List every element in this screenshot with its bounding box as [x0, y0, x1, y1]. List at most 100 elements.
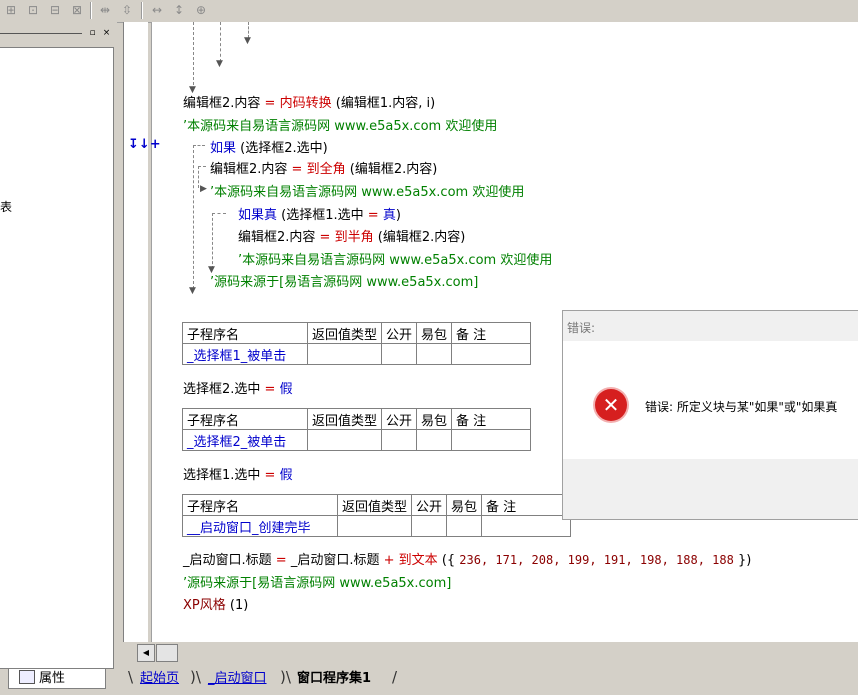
scroll-thumb[interactable] [156, 644, 178, 662]
subroutine-table: 子程序名 返回值类型 公开 易包 备 注 __启动窗口_创建完毕 [182, 494, 572, 537]
table-cell[interactable] [416, 343, 453, 365]
size-icon[interactable]: ⊕ [192, 1, 210, 19]
header-cell: 返回值类型 [306, 322, 383, 344]
tab-label: 窗口程序集1 [297, 671, 372, 686]
height-icon[interactable]: ↕ [170, 1, 188, 19]
flow-line [220, 22, 221, 62]
header-cell: 公开 [381, 408, 418, 430]
align-vertical-icon[interactable]: ⇳ [118, 1, 136, 19]
table-cell[interactable] [306, 343, 383, 365]
comment-line[interactable]: ’本源码来自易语言源码网 www.e5a5x.com 欢迎使用 [183, 115, 497, 134]
tab-divider: )\ [190, 668, 201, 686]
panel-titlebar: ▫ × [0, 26, 117, 40]
table-cell[interactable] [416, 429, 453, 451]
code-line[interactable]: 如果真 (选择框1.选中 = 真) [238, 204, 401, 223]
table-insert-col-icon[interactable]: ⊡ [24, 1, 42, 19]
flow-arrow-icon: ▶ [200, 184, 207, 194]
left-panel: ▫ × 表 [0, 22, 117, 669]
properties-tab[interactable]: 属性 [8, 668, 106, 689]
code-line[interactable]: _启动窗口.标题 = _启动窗口.标题 + 到文本 ({ 236, 171, 2… [183, 549, 751, 568]
align-horizontal-icon[interactable]: ⇹ [96, 1, 114, 19]
flow-line [193, 22, 194, 90]
panel-text-fragment: 表 [0, 200, 13, 214]
table-cell[interactable] [381, 429, 418, 451]
code-line[interactable]: 编辑框2.内容 = 到全角 (编辑框2.内容) [210, 158, 437, 177]
subroutine-table: 子程序名 返回值类型 公开 易包 备 注 _选择框2_被单击 [182, 408, 532, 451]
horizontal-scrollbar[interactable]: ◀ [130, 643, 858, 662]
tab-start-page[interactable]: 起始页 [138, 668, 181, 690]
table-header-row: 子程序名 返回值类型 公开 易包 备 注 [182, 494, 572, 516]
header-cell: 易包 [416, 408, 453, 430]
subroutine-name-cell[interactable]: _选择框1_被单击 [182, 343, 308, 365]
error-dialog: 错误: ✕ 错误: 所定义块与某"如果"或"如果真 [562, 310, 858, 520]
panel-content: 表 [0, 47, 114, 669]
header-cell: 公开 [411, 494, 448, 516]
comment-line[interactable]: ’源码来源于[易语言源码网 www.e5a5x.com] [210, 271, 478, 290]
flow-arrow-icon: ▼ [244, 36, 251, 46]
table-cell[interactable] [306, 429, 383, 451]
tab-startup-window[interactable]: _启动窗口 [206, 668, 269, 690]
comment-line[interactable]: ’本源码来自易语言源码网 www.e5a5x.com 欢迎使用 [238, 249, 552, 268]
width-icon[interactable]: ↔ [148, 1, 166, 19]
flow-line [212, 213, 213, 269]
header-cell: 易包 [416, 322, 453, 344]
dialog-title: 错误: [567, 321, 596, 335]
header-cell: 备 注 [451, 322, 532, 344]
subroutine-name-cell[interactable]: _选择框2_被单击 [182, 429, 308, 451]
error-icon: ✕ [595, 389, 627, 421]
dialog-message: 错误: 所定义块与某"如果"或"如果真 [645, 400, 838, 414]
flow-arrow-icon: ▼ [189, 286, 196, 296]
header-cell: 备 注 [451, 408, 532, 430]
comment-line[interactable]: ’源码来源于[易语言源码网 www.e5a5x.com] [183, 572, 451, 591]
tab-label: _启动窗口 [208, 671, 267, 686]
table-cell[interactable] [446, 515, 483, 537]
code-line[interactable]: 如果 (选择框2.选中) [210, 137, 328, 156]
table-cell[interactable] [381, 343, 418, 365]
header-cell: 子程序名 [182, 408, 308, 430]
table-row[interactable]: __启动窗口_创建完毕 [182, 515, 572, 537]
document-tabs: \ 起始页 )\ _启动窗口 )\ 窗口程序集1 / [120, 664, 858, 695]
scroll-left-icon[interactable]: ◀ [137, 644, 155, 662]
toolbar: ⊞ ⊡ ⊟ ⊠ ⇹ ⇳ ↔ ↕ ⊕ [0, 0, 858, 23]
editor-gutter [123, 22, 148, 642]
flow-arrow-icon: ▼ [216, 59, 223, 69]
subroutine-name-cell[interactable]: __启动窗口_创建完毕 [182, 515, 338, 537]
properties-icon [19, 670, 35, 684]
table-cell[interactable] [411, 515, 448, 537]
close-icon[interactable]: × [101, 28, 112, 39]
header-cell: 备 注 [481, 494, 572, 516]
tab-divider: \ [128, 668, 134, 686]
gutter-marker[interactable]: ↧↓+ [128, 137, 161, 152]
header-cell: 子程序名 [182, 322, 308, 344]
code-line[interactable]: 编辑框2.内容 = 内码转换 (编辑框1.内容, i) [183, 92, 435, 111]
code-line[interactable]: 编辑框2.内容 = 到半角 (编辑框2.内容) [238, 226, 465, 245]
gutter-divider [151, 22, 152, 642]
flow-line [212, 213, 226, 214]
header-cell: 返回值类型 [306, 408, 383, 430]
tab-label: 起始页 [140, 671, 180, 686]
flow-line [193, 145, 205, 146]
code-line[interactable]: XP风格 (1) [183, 594, 248, 613]
table-merge-icon[interactable]: ⊟ [46, 1, 64, 19]
code-line[interactable]: 选择框1.选中 = 假 [183, 464, 293, 483]
toolbar-separator [141, 2, 143, 19]
pin-icon[interactable]: ▫ [87, 28, 98, 39]
table-row[interactable]: _选择框2_被单击 [182, 429, 532, 451]
table-split-icon[interactable]: ⊠ [68, 1, 86, 19]
toolbar-separator [90, 2, 92, 19]
header-cell: 返回值类型 [336, 494, 413, 516]
table-row[interactable]: _选择框1_被单击 [182, 343, 532, 365]
code-line[interactable]: 选择框2.选中 = 假 [183, 378, 293, 397]
table-cell[interactable] [336, 515, 413, 537]
tab-window-assembly-1[interactable]: 窗口程序集1 [295, 668, 373, 690]
table-header-row: 子程序名 返回值类型 公开 易包 备 注 [182, 322, 532, 344]
comment-line[interactable]: ’本源码来自易语言源码网 www.e5a5x.com 欢迎使用 [210, 181, 524, 200]
tab-divider: )\ [280, 668, 291, 686]
flow-line [193, 145, 194, 289]
properties-tab-label: 属性 [39, 671, 66, 686]
table-cell[interactable] [481, 515, 572, 537]
table-cell[interactable] [451, 343, 532, 365]
dialog-body: ✕ 错误: 所定义块与某"如果"或"如果真 [563, 341, 858, 459]
table-insert-row-icon[interactable]: ⊞ [2, 1, 20, 19]
table-cell[interactable] [451, 429, 532, 451]
